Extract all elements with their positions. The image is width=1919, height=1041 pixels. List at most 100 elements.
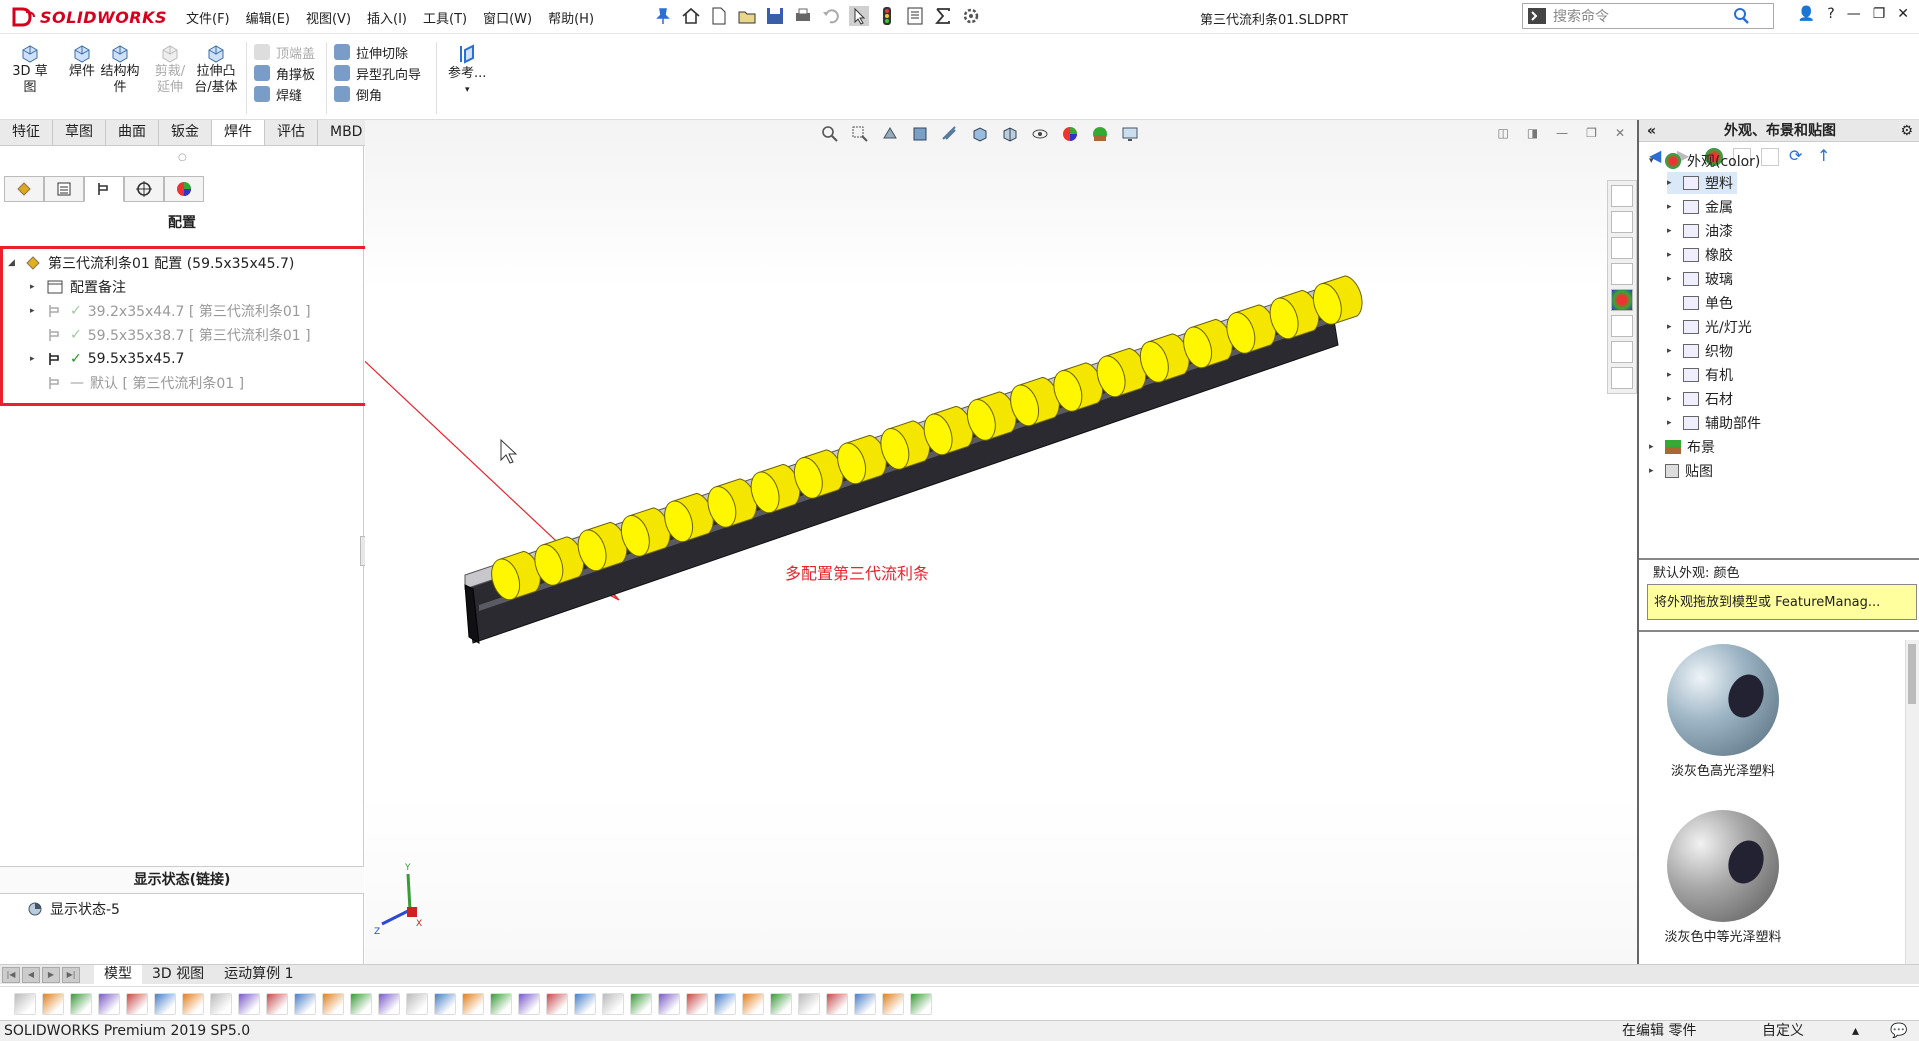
appearance-folder-row[interactable]: 单色 — [1667, 292, 1733, 314]
menu-item[interactable]: 插入(I) — [359, 8, 415, 27]
note-icon[interactable] — [574, 992, 596, 1015]
command-button[interactable]: 焊缝 — [254, 83, 302, 105]
appearance-folder-row[interactable]: ▸ 辅助部件 — [1667, 412, 1761, 434]
new-document-icon[interactable] — [708, 5, 730, 27]
menu-item[interactable]: 帮助(H) — [540, 8, 602, 27]
dimxpert-manager-tab[interactable] — [124, 176, 164, 202]
task-pane-forum-icon[interactable] — [1611, 341, 1633, 363]
prev-tab-icon[interactable]: ◀ — [22, 966, 40, 983]
undo-icon[interactable] — [820, 5, 842, 27]
axis-filter-icon[interactable] — [322, 992, 344, 1015]
up-arrow-icon[interactable]: ↑ — [1817, 148, 1835, 166]
menu-item[interactable]: 文件(F) — [178, 8, 238, 27]
appearance-folder-row[interactable]: ▸ 橡胶 — [1667, 244, 1733, 266]
expand-arrow-icon[interactable]: ▸ — [1667, 250, 1677, 260]
splitter[interactable] — [1639, 630, 1919, 632]
file-properties-icon[interactable] — [904, 5, 926, 27]
units-status[interactable]: 自定义 — [1762, 1021, 1804, 1041]
collapse-arrow-icon[interactable]: ▾ — [1649, 156, 1659, 166]
command-button[interactable]: 顶端盖 — [254, 41, 315, 63]
command-button[interactable]: 角撑板 — [254, 62, 315, 84]
surface-body-icon[interactable] — [266, 992, 288, 1015]
expand-arrow-icon[interactable]: ▸ — [1649, 442, 1659, 452]
feature-manager-tab[interactable] — [4, 176, 44, 202]
options-gear-icon[interactable] — [960, 5, 982, 27]
command-button[interactable]: 拉伸切除 — [334, 41, 408, 63]
help-icon[interactable]: ? — [1827, 6, 1834, 22]
command-button[interactable]: 拉伸凸 台/基体 — [192, 42, 240, 96]
expand-arrow-icon[interactable]: ▸ — [1667, 370, 1677, 380]
appearance-folder-row[interactable]: ▸ 塑料 — [1667, 172, 1737, 194]
expand-arrow-icon[interactable]: ▸ — [1667, 394, 1677, 404]
hole-callout-icon[interactable] — [854, 992, 876, 1015]
save-icon[interactable] — [764, 5, 786, 27]
command-button[interactable]: 异型孔向导 — [334, 62, 421, 84]
expand-arrow-icon[interactable]: ▸ — [1667, 346, 1677, 356]
swatch-scrollbar[interactable] — [1905, 640, 1919, 980]
bottom-tab-2[interactable]: 运动算例 1 — [214, 965, 303, 984]
display-state-row[interactable]: 显示状态-5 — [26, 898, 120, 920]
sketch-filter-icon[interactable] — [910, 992, 932, 1015]
scenes-row[interactable]: ▸ 布景 — [1649, 436, 1715, 458]
traffic-light-icon[interactable] — [876, 5, 898, 27]
expand-arrow-icon[interactable]: ▸ — [1667, 322, 1677, 332]
midpoint-icon[interactable] — [434, 992, 456, 1015]
user-icon[interactable]: 👤 — [1798, 6, 1815, 22]
tab-3[interactable]: 钣金 — [159, 120, 212, 145]
minimize-button[interactable]: — — [1847, 6, 1861, 22]
balloon-icon[interactable] — [602, 992, 624, 1015]
command-button[interactable]: 结构构 件 — [96, 42, 144, 96]
task-pane-home-icon[interactable] — [1611, 185, 1633, 207]
tab-0[interactable]: 特征 — [0, 120, 53, 145]
bottom-tab-0[interactable]: 模型 — [94, 965, 142, 984]
print-icon[interactable] — [792, 5, 814, 27]
dropdown-icon[interactable] — [126, 992, 148, 1015]
routing-point-icon[interactable] — [798, 992, 820, 1015]
close-button[interactable]: ✕ — [1897, 6, 1909, 22]
dowel-icon[interactable] — [742, 992, 764, 1015]
folder-icon[interactable] — [1761, 148, 1779, 166]
configuration-manager-tab[interactable] — [84, 176, 124, 202]
sum-icon[interactable] — [932, 5, 954, 27]
menu-item[interactable]: 视图(V) — [298, 8, 359, 27]
graphics-area[interactable]: ◫ ◨ — ❐ ✕ Y Z X 多配置第三代流利条 — [365, 120, 1637, 964]
appearance-root-row[interactable]: ▾ 外观(color) — [1649, 150, 1760, 172]
appearance-folder-row[interactable]: ▸ 石材 — [1667, 388, 1733, 410]
select-icon[interactable] — [848, 5, 870, 27]
display-manager-tab[interactable] — [164, 176, 204, 202]
expand-arrow-icon[interactable]: ▸ — [1649, 466, 1659, 476]
magnifier-icon[interactable] — [1731, 6, 1751, 26]
expand-arrow-icon[interactable]: ▸ — [1667, 418, 1677, 428]
geometric-tolerance-icon[interactable] — [546, 992, 568, 1015]
plane-filter-icon[interactable] — [350, 992, 372, 1015]
expand-arrow-icon[interactable]: ▸ — [1667, 274, 1677, 284]
task-pane-appearance-icon[interactable] — [1611, 289, 1633, 311]
appearance-swatch[interactable]: 淡灰色高光泽塑料 — [1663, 644, 1783, 779]
sketch-point-icon[interactable] — [378, 992, 400, 1015]
task-pane-globe-icon[interactable] — [1611, 367, 1633, 389]
tab-5[interactable]: 评估 — [265, 120, 318, 145]
sketch-segment-icon[interactable] — [406, 992, 428, 1015]
appearance-folder-row[interactable]: ▸ 织物 — [1667, 340, 1733, 362]
expand-arrow-icon[interactable]: ▸ — [1667, 202, 1677, 212]
collapse-pane-icon[interactable]: « — [1647, 120, 1656, 142]
first-tab-icon[interactable]: |◀ — [2, 966, 20, 983]
select-dim-icon[interactable] — [154, 992, 176, 1015]
menu-item[interactable]: 工具(T) — [415, 8, 475, 27]
table-icon[interactable] — [882, 992, 904, 1015]
task-pane-design-library-icon[interactable] — [1611, 237, 1633, 259]
property-manager-tab[interactable] — [44, 176, 84, 202]
panel-collapse-handle-icon[interactable]: ○ — [178, 152, 187, 163]
appearance-folder-row[interactable]: ▸ 油漆 — [1667, 220, 1733, 242]
weld-symbol-icon[interactable] — [630, 992, 652, 1015]
expand-arrow-icon[interactable]: ▸ — [1667, 178, 1677, 188]
decals-row[interactable]: ▸ 贴图 — [1649, 460, 1713, 482]
tab-4[interactable]: 焊件 — [212, 120, 265, 145]
splitter[interactable] — [1639, 558, 1919, 560]
restore-button[interactable]: ❐ — [1873, 6, 1886, 22]
cosmetic-thread-icon[interactable] — [714, 992, 736, 1015]
next-tab-icon[interactable]: ▶ — [42, 966, 60, 983]
bottom-tab-1[interactable]: 3D 视图 — [142, 965, 214, 984]
edge-filter-icon[interactable] — [210, 992, 232, 1015]
center-mark-icon[interactable] — [462, 992, 484, 1015]
